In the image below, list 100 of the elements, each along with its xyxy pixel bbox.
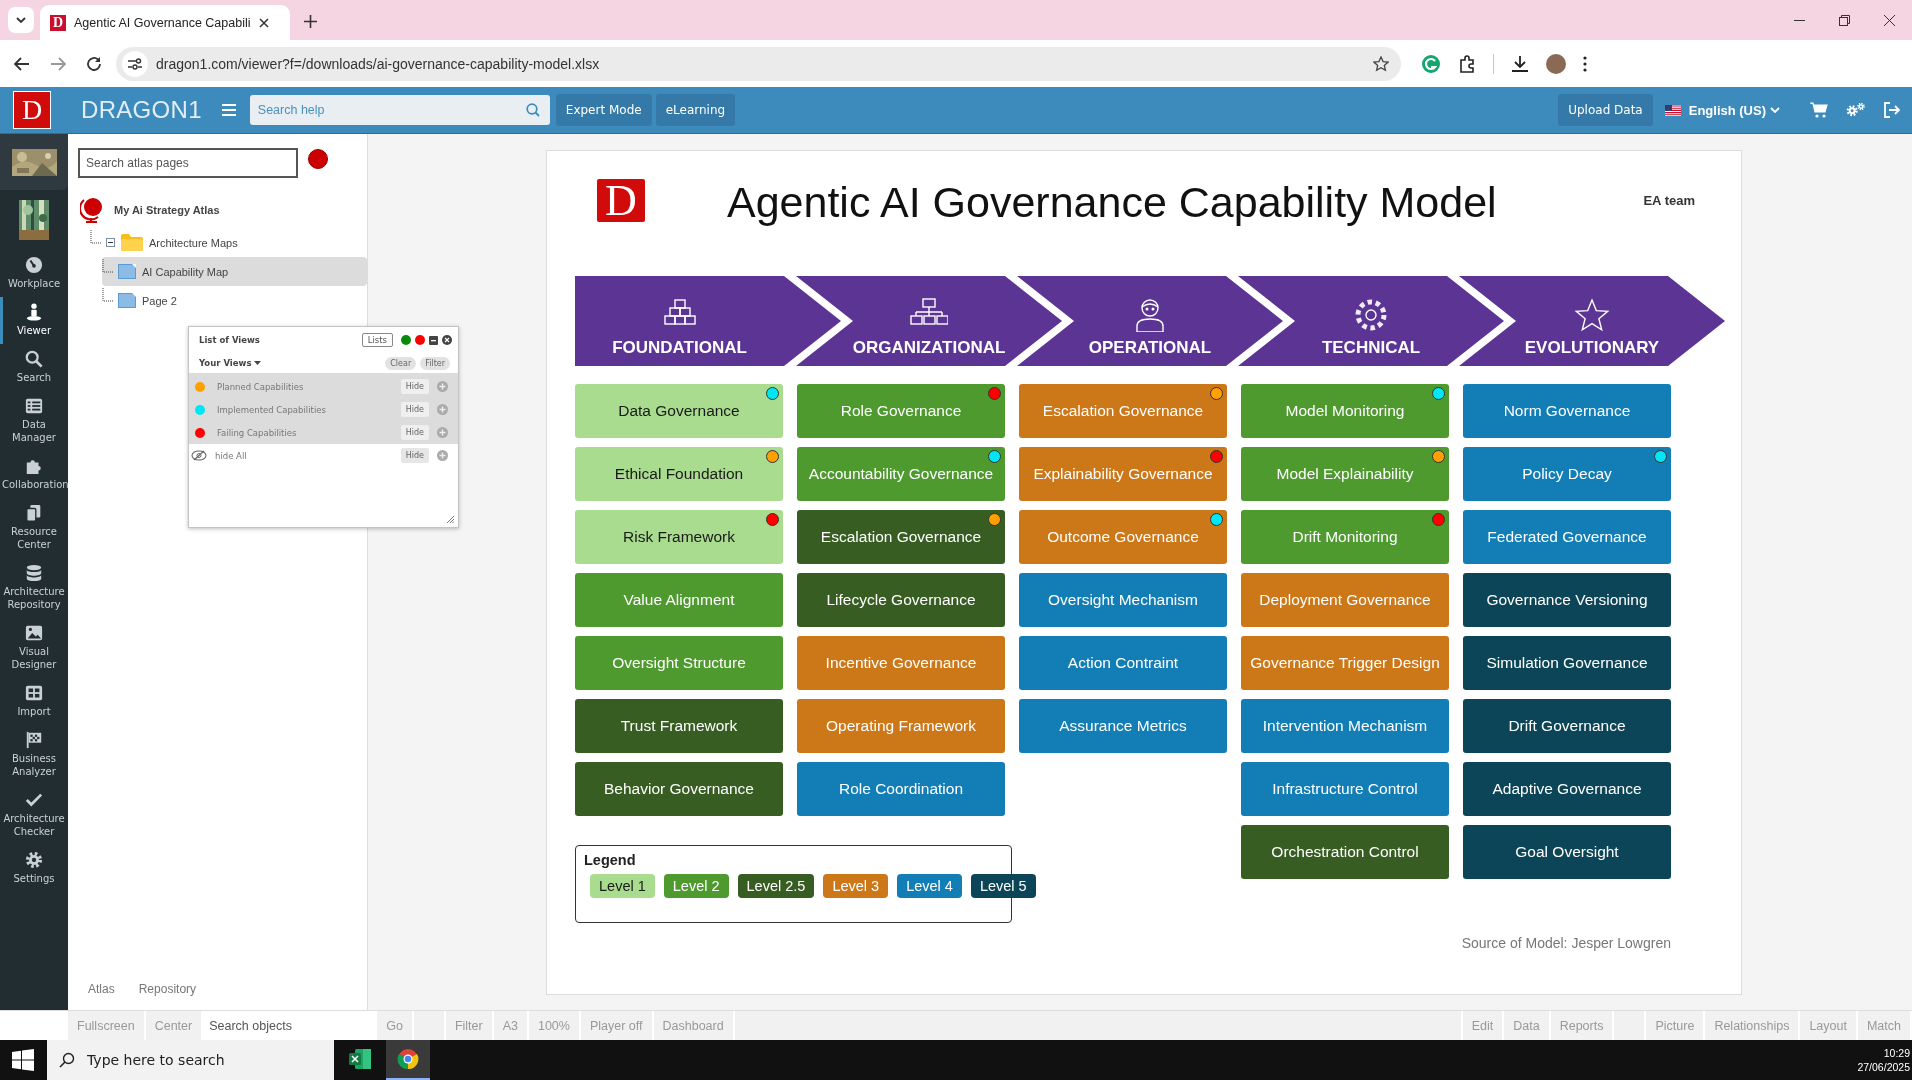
header-button[interactable]: eLearning	[655, 94, 736, 126]
team-label: EA team	[1643, 193, 1695, 208]
reload-icon[interactable]	[86, 55, 102, 72]
legend-level: Level 2	[663, 874, 729, 898]
nav-item[interactable]: Viewer	[0, 297, 65, 344]
capability-label: Accountability Governance	[808, 465, 994, 483]
star-icon[interactable]	[1373, 55, 1389, 72]
logout-icon[interactable]	[1884, 102, 1900, 118]
app-logo[interactable]: D	[13, 91, 51, 129]
nav-item[interactable]: Architecture Repository	[0, 558, 65, 618]
nav-item[interactable]: Workplace	[0, 250, 65, 297]
back-icon[interactable]	[14, 55, 30, 72]
close-icon[interactable]	[442, 335, 452, 345]
header-button[interactable]: Expert Mode	[555, 94, 652, 126]
more-icon[interactable]	[1583, 55, 1587, 72]
lists-button[interactable]: Lists	[361, 333, 393, 347]
tree-item[interactable]: Page 2	[102, 286, 367, 315]
collapse-icon[interactable]	[106, 238, 115, 247]
legend-title: Legend	[584, 852, 637, 868]
hide-all-row[interactable]: hide All Hide	[189, 444, 458, 467]
capability-label: Escalation Governance	[820, 528, 982, 546]
site-info-icon[interactable]	[122, 50, 148, 77]
capability-label: Outcome Governance	[1047, 528, 1199, 546]
nav-item[interactable]: Search	[0, 344, 65, 391]
grammar-extension-icon[interactable]	[1421, 53, 1441, 74]
puzzle-icon[interactable]	[1458, 54, 1476, 73]
capability-label: Incentive Governance	[825, 654, 977, 672]
view-row[interactable]: Planned Capabilities Hide	[189, 375, 458, 398]
cart-icon[interactable]	[1810, 102, 1828, 118]
tree-item[interactable]: AI Capability Map	[102, 257, 367, 286]
nav-item[interactable]: Resource Center	[0, 498, 65, 558]
capability-label: Oversight Structure	[612, 654, 746, 672]
view-label: Failing Capabilities	[217, 427, 298, 438]
close-icon[interactable]	[258, 17, 269, 28]
minimize-icon[interactable]	[429, 335, 438, 345]
menu-icon[interactable]	[221, 104, 236, 116]
hide-button[interactable]: Hide	[400, 448, 429, 463]
view-row[interactable]: Implemented Capabilities Hide	[189, 398, 458, 421]
browser-tab[interactable]: D Agentic AI Governance Capabili	[40, 5, 290, 40]
search-icon	[25, 350, 43, 368]
nav-item[interactable]: Settings	[0, 845, 65, 892]
start-icon[interactable]	[12, 1049, 34, 1071]
plus-icon[interactable]	[304, 15, 317, 28]
resize-grip-icon[interactable]	[447, 516, 454, 523]
view-row[interactable]: Failing Capabilities Hide	[189, 421, 458, 444]
image-icon	[25, 624, 43, 642]
address-bar[interactable]: dragon1.com/viewer?f=/downloads/ai-governance-capability-model.xlsx	[116, 46, 1401, 81]
upload-data-button[interactable]: Upload Data	[1558, 94, 1653, 126]
restore-icon[interactable]	[1839, 14, 1850, 26]
legend-level: Level 2.5	[737, 874, 815, 898]
phase-title: TECHNICAL	[1321, 338, 1421, 358]
nav-item[interactable]: Architecture Checker	[0, 785, 65, 845]
download-icon[interactable]	[1511, 54, 1529, 73]
phase-title: FOUNDATIONAL	[612, 338, 747, 358]
check-icon	[25, 791, 43, 809]
nav-item[interactable]: Visual Designer	[0, 618, 65, 678]
panel-tab[interactable]: Repository	[138, 982, 197, 996]
views-dropdown[interactable]: Your Views	[199, 358, 252, 368]
search-atlas-field[interactable]: Search atlas pages	[78, 148, 298, 178]
capability-label: Assurance Metrics	[1059, 717, 1187, 735]
chevron-down-icon	[1770, 107, 1780, 113]
globe-icon	[80, 196, 104, 224]
hide-button[interactable]: Hide	[400, 425, 429, 440]
site-logo: D	[50, 14, 66, 31]
database-icon	[25, 564, 43, 582]
capability-label: Simulation Governance	[1486, 654, 1648, 672]
hide-button[interactable]: Hide	[400, 402, 429, 417]
settings-icon	[25, 851, 43, 869]
capability-label: Operating Framework	[826, 717, 976, 735]
nav-item[interactable]: Business Analyzer	[0, 725, 65, 785]
settings-icon[interactable]	[1846, 101, 1866, 119]
tree-item[interactable]: My Ai Strategy Atlas	[80, 192, 367, 228]
hide-button[interactable]: Hide	[400, 379, 429, 394]
taskbar-app[interactable]	[386, 1040, 430, 1080]
caret-icon[interactable]	[254, 361, 262, 365]
spreadsheet-icon	[349, 1049, 371, 1069]
search-help-field[interactable]: Search help	[249, 95, 550, 125]
flag-icon	[25, 731, 43, 749]
clock-date: 27/06/2025	[1857, 1060, 1910, 1074]
close-icon[interactable]	[1884, 14, 1895, 26]
panel-tab[interactable]: Atlas	[88, 982, 115, 996]
tab-search-button[interactable]	[8, 7, 34, 33]
language-selector[interactable]: English (US)	[1688, 102, 1766, 118]
search-icon	[59, 1052, 75, 1068]
profile-avatar[interactable]	[1546, 53, 1566, 74]
forward-icon[interactable]	[50, 55, 66, 72]
legend-level: Level 5	[970, 874, 1036, 898]
record-button[interactable]	[308, 149, 328, 169]
filter-button[interactable]: Filter	[420, 356, 450, 370]
taskbar-search-field[interactable]: Type here to search	[47, 1040, 334, 1080]
eye-slash-icon	[191, 450, 207, 461]
capability-label: Drift Monitoring	[1292, 528, 1398, 546]
legend-level: Level 1	[590, 874, 655, 898]
capability-label: Model Monitoring	[1285, 402, 1405, 420]
tree-item[interactable]: Architecture Maps	[90, 228, 367, 257]
nav-item[interactable]: Data Manager	[0, 391, 65, 451]
tree-line-icon	[102, 258, 114, 273]
clear-button[interactable]: Clear	[385, 356, 417, 370]
nav-item[interactable]: Import	[0, 678, 65, 725]
capability-label: Governance Trigger Design	[1250, 654, 1440, 672]
